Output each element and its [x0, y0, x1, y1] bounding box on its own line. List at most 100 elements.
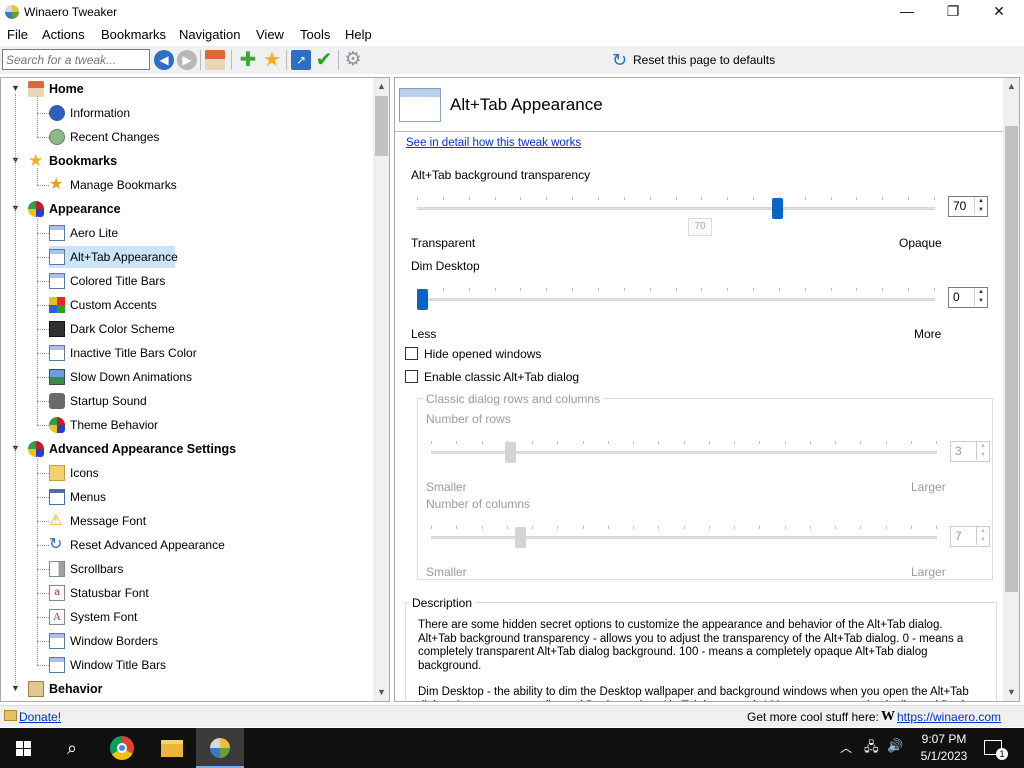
transparency-slider[interactable]: [417, 183, 935, 223]
winaero-link[interactable]: https://winaero.com: [897, 710, 1001, 724]
menu-help[interactable]: Help: [345, 27, 372, 42]
content-scrollbar[interactable]: ▲ ▼: [1003, 78, 1019, 701]
expand-chevron-icon[interactable]: ▼: [11, 683, 20, 693]
rows-max-label: Larger: [911, 480, 946, 494]
slider-tick: [431, 441, 432, 444]
slider-tick: [908, 288, 909, 291]
detail-link[interactable]: See in detail how this tweak works: [406, 137, 581, 149]
hide-opened-checkbox[interactable]: [405, 347, 418, 360]
tree-item-label: Message Font: [70, 514, 147, 528]
spin-down-icon[interactable]: ▼: [974, 297, 987, 306]
slider-tick: [934, 288, 935, 291]
tree-connector: [15, 94, 16, 684]
reset-page-button[interactable]: Reset this page to defaults: [633, 53, 775, 67]
winaero-taskbar-icon[interactable]: [196, 728, 244, 768]
dim-spinbox[interactable]: 0 ▲ ▼: [948, 287, 988, 308]
menu-actions[interactable]: Actions: [42, 27, 85, 42]
dim-max-label: More: [914, 327, 942, 341]
menu-file[interactable]: File: [7, 27, 28, 42]
rows-slider[interactable]: [431, 427, 937, 467]
scroll-thumb[interactable]: [1005, 126, 1018, 592]
transparency-spinbox[interactable]: 70 ▲ ▼: [948, 196, 988, 217]
home-icon[interactable]: [205, 50, 225, 70]
scroll-down-arrow-icon[interactable]: ▼: [373, 684, 389, 701]
spin-down-icon[interactable]: ▼: [974, 206, 987, 215]
bookmark-star-icon[interactable]: ★: [262, 50, 282, 70]
tweak-tree: Home ▼ Information Recent Changes ★ Bookmarks…: [0, 77, 390, 702]
start-button[interactable]: [0, 728, 48, 768]
spin-up-icon[interactable]: ▲: [974, 197, 987, 206]
slider-tick: [676, 197, 677, 200]
cols-label: Number of columns: [426, 497, 531, 511]
tree-scrollbar[interactable]: ▲ ▼: [373, 78, 389, 701]
tree-connector: [37, 233, 49, 234]
spin-up-icon[interactable]: ▲: [974, 288, 987, 297]
spin-down-icon[interactable]: ▼: [976, 451, 989, 460]
classic-dialog-label[interactable]: Enable classic Alt+Tab dialog: [424, 370, 579, 384]
menu-navigation[interactable]: Navigation: [179, 27, 240, 42]
clock-date[interactable]: 5/1/2023: [916, 749, 972, 763]
slider-tick: [532, 526, 533, 529]
slider-tick: [753, 197, 754, 200]
slider-tick: [676, 288, 677, 291]
spin-down-icon[interactable]: ▼: [976, 536, 989, 545]
tray-chevron-icon[interactable]: ︿: [840, 739, 852, 756]
minimize-button[interactable]: —: [884, 0, 930, 24]
dim-slider[interactable]: [417, 274, 935, 314]
slider-tick: [805, 288, 806, 291]
menu-bookmarks[interactable]: Bookmarks: [101, 27, 166, 42]
close-button[interactable]: ✕: [976, 0, 1022, 24]
slider-thumb[interactable]: [515, 527, 526, 548]
page-title: Alt+Tab Appearance: [450, 95, 603, 114]
palette-icon: [28, 441, 44, 457]
tree-item[interactable]: Alt+Tab Appearance: [49, 246, 178, 268]
clock-icon: [49, 129, 65, 145]
scroll-up-arrow-icon[interactable]: ▲: [373, 78, 389, 95]
rows-spinbox[interactable]: 3 ▲ ▼: [950, 441, 990, 462]
expand-chevron-icon[interactable]: ▼: [11, 83, 20, 93]
cols-slider[interactable]: [431, 512, 937, 552]
tree-item-label: Startup Sound: [70, 394, 147, 408]
tree-connector: [37, 281, 49, 282]
slider-thumb[interactable]: [505, 442, 516, 463]
slider-thumb[interactable]: [772, 198, 783, 219]
slider-tick: [882, 197, 883, 200]
file-explorer-taskbar-icon[interactable]: [148, 728, 196, 768]
hide-opened-label[interactable]: Hide opened windows: [424, 347, 541, 361]
slider-tick: [520, 288, 521, 291]
scroll-thumb[interactable]: [375, 96, 388, 156]
shortcut-icon[interactable]: ↗: [291, 50, 311, 70]
slider-tick: [936, 526, 937, 529]
spin-up-icon[interactable]: ▲: [976, 442, 989, 451]
slider-thumb[interactable]: [417, 289, 428, 310]
spin-up-icon[interactable]: ▲: [976, 527, 989, 536]
menu-tools[interactable]: Tools: [300, 27, 330, 42]
network-icon[interactable]: 🖧: [864, 738, 879, 760]
classic-dialog-checkbox[interactable]: [405, 370, 418, 383]
slider-tick: [456, 441, 457, 444]
toolbar-separator: [231, 50, 232, 70]
slider-tick: [598, 288, 599, 291]
tree-connector: [37, 665, 49, 666]
description-p2: Alt+Tab background transparency - allows…: [418, 632, 964, 672]
chrome-taskbar-icon[interactable]: [98, 728, 146, 768]
search-input[interactable]: [2, 49, 150, 70]
menu-view[interactable]: View: [256, 27, 284, 42]
clock-time[interactable]: 9:07 PM: [916, 732, 972, 746]
classic-group-legend: Classic dialog rows and columns: [423, 392, 604, 406]
cols-spinbox[interactable]: 7 ▲ ▼: [950, 526, 990, 547]
reset-icon[interactable]: ↻: [612, 50, 630, 70]
maximize-button[interactable]: ❐: [930, 0, 976, 24]
apply-check-icon[interactable]: ✔: [314, 50, 334, 70]
donate-link[interactable]: Donate!: [19, 710, 61, 724]
add-bookmark-icon[interactable]: ✚: [238, 50, 258, 70]
forward-icon[interactable]: ▶: [177, 50, 197, 70]
scroll-down-arrow-icon[interactable]: ▼: [1003, 684, 1019, 701]
back-icon[interactable]: ◀: [154, 50, 174, 70]
search-taskbar-icon[interactable]: ⌕: [48, 728, 96, 768]
scroll-up-arrow-icon[interactable]: ▲: [1003, 78, 1019, 95]
settings-gear-icon[interactable]: ⚙: [343, 50, 363, 70]
tree-item-label: Menus: [70, 490, 107, 504]
slider-tick: [727, 288, 728, 291]
volume-icon[interactable]: 🔊: [887, 738, 903, 754]
